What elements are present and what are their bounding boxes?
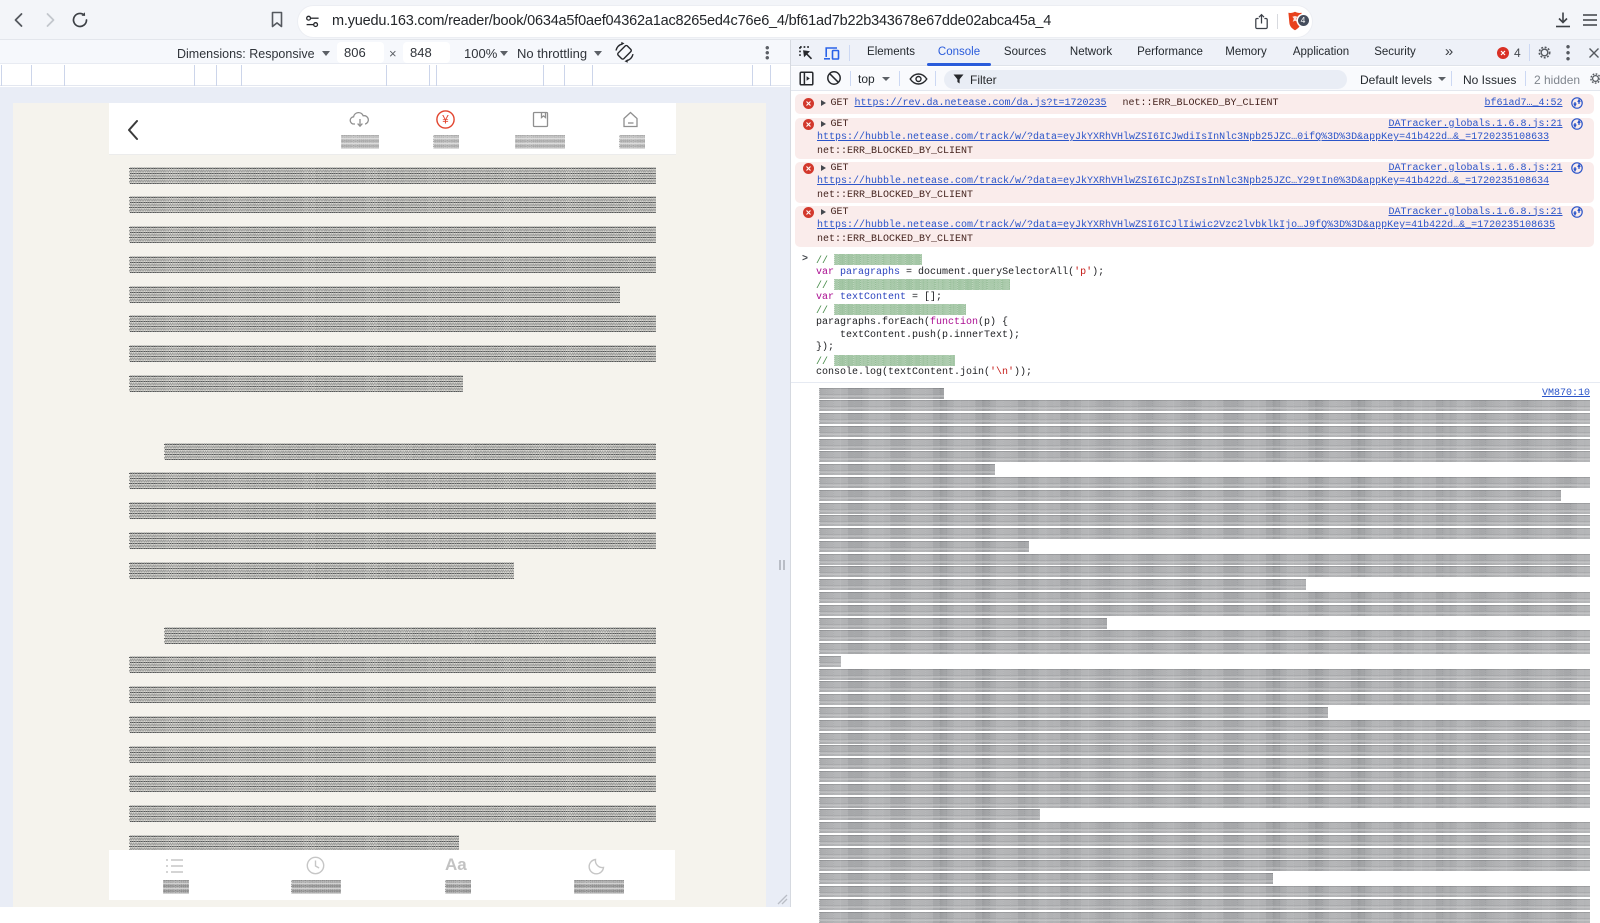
svg-text:¥: ¥ [441,115,449,127]
